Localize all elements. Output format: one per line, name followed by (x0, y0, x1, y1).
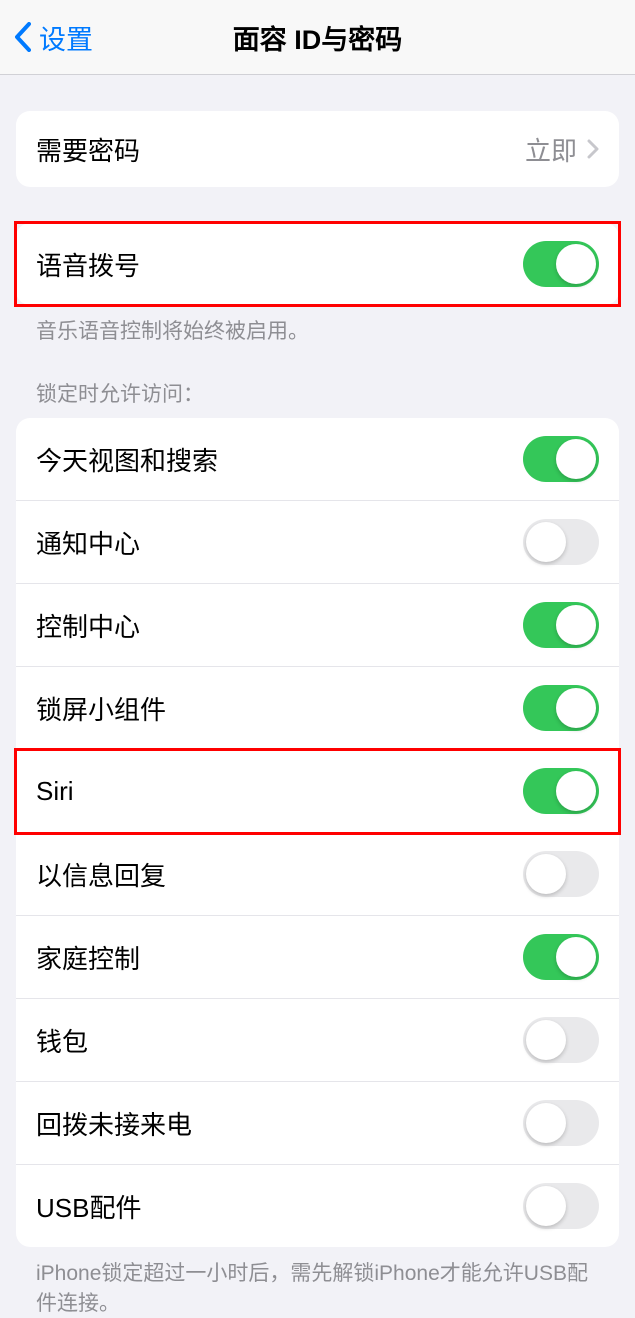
voice-dial-toggle[interactable] (523, 241, 599, 287)
lock-access-row: 控制中心 (16, 584, 619, 667)
lock-access-toggle[interactable] (523, 1017, 599, 1063)
page-title: 面容 ID与密码 (0, 18, 635, 57)
lock-access-label: 通知中心 (36, 524, 140, 561)
lock-access-label: 家庭控制 (36, 939, 140, 976)
voice-dial-row: 语音拨号 (16, 223, 619, 305)
lock-access-toggle[interactable] (523, 1100, 599, 1146)
require-passcode-row[interactable]: 需要密码 立即 (16, 111, 619, 187)
navigation-bar: 设置 面容 ID与密码 (0, 0, 635, 75)
require-passcode-label: 需要密码 (36, 131, 140, 168)
lock-access-row: 钱包 (16, 999, 619, 1082)
lock-access-row: Siri (16, 750, 619, 833)
toggle-knob (526, 1020, 566, 1060)
back-label: 设置 (39, 18, 93, 57)
lock-access-row: 家庭控制 (16, 916, 619, 999)
lock-access-label: 控制中心 (36, 607, 140, 644)
lock-access-label: Siri (36, 776, 74, 807)
lock-access-toggle[interactable] (523, 934, 599, 980)
lock-access-footer: iPhone锁定超过一小时后，需先解锁iPhone才能允许USB配件连接。 (16, 1247, 619, 1318)
lock-access-row: 今天视图和搜索 (16, 418, 619, 501)
lock-access-toggle[interactable] (523, 851, 599, 897)
lock-access-row: USB配件 (16, 1165, 619, 1247)
lock-access-header: 锁定时允许访问： (16, 346, 619, 418)
toggle-knob (526, 522, 566, 562)
require-passcode-value: 立即 (525, 131, 577, 168)
lock-access-toggle[interactable] (523, 602, 599, 648)
voice-dial-label: 语音拨号 (36, 246, 140, 283)
toggle-knob (556, 605, 596, 645)
lock-access-label: 回拨未接来电 (36, 1105, 192, 1142)
lock-access-label: 今天视图和搜索 (36, 441, 218, 478)
lock-access-row: 锁屏小组件 (16, 667, 619, 750)
lock-access-label: 钱包 (36, 1022, 88, 1059)
toggle-knob (556, 688, 596, 728)
toggle-knob (526, 1186, 566, 1226)
voice-dial-group: 语音拨号 (16, 223, 619, 305)
passcode-group: 需要密码 立即 (16, 111, 619, 187)
toggle-knob (526, 854, 566, 894)
toggle-knob (556, 937, 596, 977)
lock-access-group: 今天视图和搜索通知中心控制中心锁屏小组件 Siri 以信息回复家庭控制钱包回拨未接来… (16, 418, 619, 1247)
lock-access-toggle[interactable] (523, 1183, 599, 1229)
back-button[interactable]: 设置 (0, 18, 93, 57)
toggle-knob (526, 1103, 566, 1143)
lock-access-label: 以信息回复 (36, 856, 166, 893)
chevron-left-icon (14, 22, 31, 52)
lock-access-toggle[interactable] (523, 436, 599, 482)
lock-access-toggle[interactable] (523, 519, 599, 565)
toggle-knob (556, 244, 596, 284)
lock-access-toggle[interactable] (523, 768, 599, 814)
lock-access-row: 以信息回复 (16, 833, 619, 916)
lock-access-label: USB配件 (36, 1188, 141, 1225)
chevron-right-icon (587, 139, 599, 159)
lock-access-label: 锁屏小组件 (36, 690, 166, 727)
toggle-knob (556, 439, 596, 479)
lock-access-toggle[interactable] (523, 685, 599, 731)
voice-dial-footer: 音乐语音控制将始终被启用。 (16, 305, 619, 346)
lock-access-row: 通知中心 (16, 501, 619, 584)
lock-access-row: 回拨未接来电 (16, 1082, 619, 1165)
toggle-knob (556, 771, 596, 811)
